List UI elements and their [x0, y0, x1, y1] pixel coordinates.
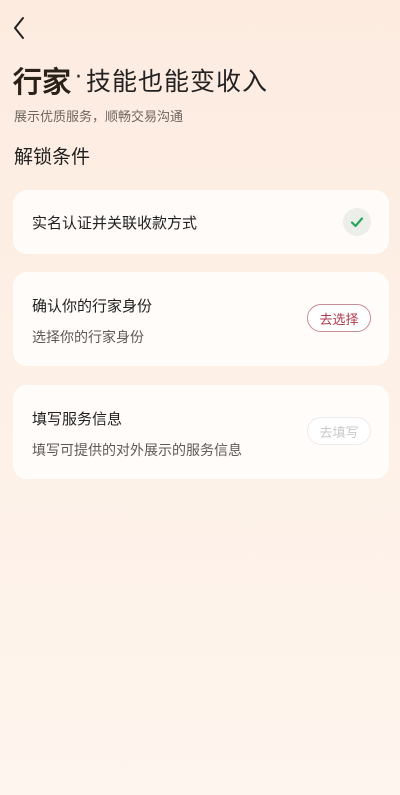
title-separator: · [75, 65, 83, 90]
fill-service-info-button: 去填写 [307, 417, 371, 445]
chevron-left-icon [14, 17, 24, 39]
check-icon [350, 217, 364, 228]
slogan: 技能也能变收入 [86, 67, 269, 96]
condition-card-realname: 实名认证并关联收款方式 [13, 190, 389, 254]
page-title: 行家 · 技能也能变收入 [13, 60, 268, 100]
condition-card-identity: 确认你的行家身份 选择你的行家身份 去选择 [13, 272, 389, 366]
condition-title: 填写服务信息 [32, 410, 123, 428]
condition-description: 选择你的行家身份 [32, 330, 144, 346]
select-identity-button[interactable]: 去选择 [307, 304, 371, 332]
section-title: 解锁条件 [14, 146, 91, 168]
condition-card-service-info: 填写服务信息 填写可提供的对外展示的服务信息 去填写 [13, 385, 389, 479]
page-subtitle: 展示优质服务，顺畅交易沟通 [14, 110, 184, 125]
completed-badge [343, 208, 371, 236]
condition-title: 实名认证并关联收款方式 [32, 214, 198, 232]
condition-description: 填写可提供的对外展示的服务信息 [32, 443, 242, 459]
condition-title: 确认你的行家身份 [32, 297, 153, 315]
brand-logo: 行家 [13, 65, 72, 99]
back-button[interactable] [8, 14, 30, 42]
